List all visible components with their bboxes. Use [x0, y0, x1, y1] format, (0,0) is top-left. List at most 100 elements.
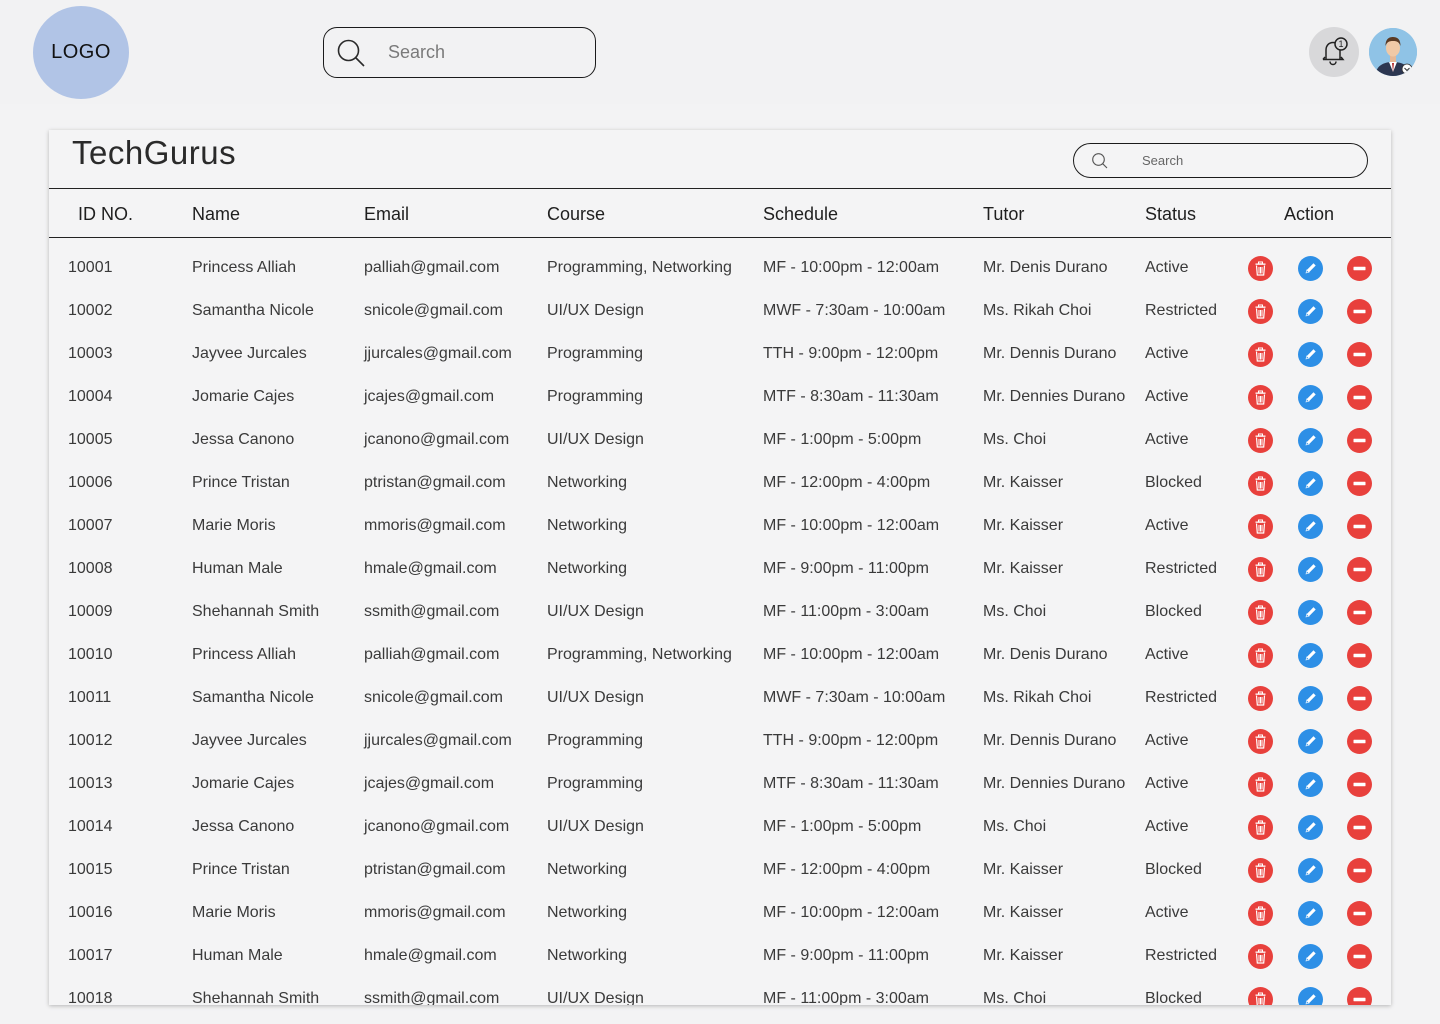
header-search-input[interactable] [388, 42, 568, 63]
edit-button[interactable] [1298, 901, 1323, 926]
block-button[interactable] [1347, 815, 1372, 840]
block-button[interactable] [1347, 428, 1372, 453]
delete-button[interactable] [1248, 428, 1273, 453]
table-row: 10009 Shehannah Smith ssmith@gmail.com U… [49, 590, 1391, 633]
edit-button[interactable] [1298, 385, 1323, 410]
cell-schedule: MF - 1:00pm - 5:00pm [763, 431, 922, 448]
delete-button[interactable] [1248, 643, 1273, 668]
delete-button[interactable] [1248, 901, 1273, 926]
column-header-course[interactable]: Course [547, 204, 605, 225]
avatar-icon [1369, 28, 1417, 76]
delete-button[interactable] [1248, 987, 1273, 1005]
edit-button[interactable] [1298, 600, 1323, 625]
cell-name: Marie Moris [192, 904, 276, 921]
edit-button[interactable] [1298, 944, 1323, 969]
column-header-id[interactable]: ID NO. [78, 204, 133, 225]
block-button[interactable] [1347, 987, 1372, 1005]
cell-status: Restricted [1145, 302, 1218, 319]
column-header-name[interactable]: Name [192, 204, 240, 225]
edit-button[interactable] [1298, 686, 1323, 711]
block-button[interactable] [1347, 729, 1372, 754]
header-search[interactable] [323, 27, 596, 78]
pencil-icon [1305, 779, 1316, 790]
cell-course: UI/UX Design [547, 431, 644, 448]
column-header-email[interactable]: Email [364, 204, 409, 225]
cell-tutor: Ms. Choi [983, 818, 1047, 835]
delete-button[interactable] [1248, 858, 1273, 883]
cell-id: 10014 [68, 818, 113, 835]
table-row: 10002 Samantha Nicole snicole@gmail.com … [49, 289, 1391, 332]
notification-button[interactable]: 1 [1309, 27, 1359, 77]
table-row: 10016 Marie Moris mmoris@gmail.com Netwo… [49, 891, 1391, 934]
edit-button[interactable] [1298, 643, 1323, 668]
cell-email: snicole@gmail.com [364, 302, 503, 319]
trash-icon [1255, 562, 1266, 577]
edit-button[interactable] [1298, 772, 1323, 797]
minus-circle-icon [1353, 911, 1366, 916]
trash-icon [1255, 519, 1266, 534]
cell-tutor: Ms. Choi [983, 990, 1047, 1005]
delete-button[interactable] [1248, 256, 1273, 281]
delete-button[interactable] [1248, 385, 1273, 410]
user-avatar[interactable] [1369, 28, 1417, 76]
edit-button[interactable] [1298, 256, 1323, 281]
block-button[interactable] [1347, 772, 1372, 797]
block-button[interactable] [1347, 514, 1372, 539]
delete-button[interactable] [1248, 944, 1273, 969]
edit-button[interactable] [1298, 342, 1323, 367]
minus-circle-icon [1353, 438, 1366, 443]
column-header-schedule[interactable]: Schedule [763, 204, 838, 225]
edit-button[interactable] [1298, 514, 1323, 539]
table-header: ID NO. Name Email Course Schedule Tutor … [49, 188, 1391, 238]
table-search-input[interactable] [1142, 153, 1342, 168]
delete-button[interactable] [1248, 557, 1273, 582]
pencil-icon [1305, 263, 1316, 274]
cell-name: Jayvee Jurcales [192, 345, 307, 362]
block-button[interactable] [1347, 256, 1372, 281]
delete-button[interactable] [1248, 686, 1273, 711]
cell-schedule: MF - 12:00pm - 4:00pm [763, 474, 931, 491]
table-row: 10008 Human Male hmale@gmail.com Network… [49, 547, 1391, 590]
block-button[interactable] [1347, 901, 1372, 926]
table-search[interactable] [1073, 143, 1368, 178]
cell-status: Blocked [1145, 603, 1202, 620]
block-button[interactable] [1347, 557, 1372, 582]
column-header-tutor[interactable]: Tutor [983, 204, 1024, 225]
table-row: 10006 Prince Tristan ptristan@gmail.com … [49, 461, 1391, 504]
trash-icon [1255, 304, 1266, 319]
minus-circle-icon [1353, 954, 1366, 959]
edit-button[interactable] [1298, 557, 1323, 582]
logo[interactable]: LOGO [33, 6, 129, 99]
delete-button[interactable] [1248, 772, 1273, 797]
edit-button[interactable] [1298, 471, 1323, 496]
edit-button[interactable] [1298, 815, 1323, 840]
block-button[interactable] [1347, 600, 1372, 625]
delete-button[interactable] [1248, 342, 1273, 367]
cell-id: 10007 [68, 517, 113, 534]
block-button[interactable] [1347, 299, 1372, 324]
cell-name: Jomarie Cajes [192, 775, 295, 792]
delete-button[interactable] [1248, 600, 1273, 625]
delete-button[interactable] [1248, 299, 1273, 324]
edit-button[interactable] [1298, 729, 1323, 754]
delete-button[interactable] [1248, 815, 1273, 840]
block-button[interactable] [1347, 643, 1372, 668]
block-button[interactable] [1347, 385, 1372, 410]
block-button[interactable] [1347, 342, 1372, 367]
block-button[interactable] [1347, 944, 1372, 969]
delete-button[interactable] [1248, 729, 1273, 754]
edit-button[interactable] [1298, 299, 1323, 324]
column-header-status[interactable]: Status [1145, 204, 1196, 225]
block-button[interactable] [1347, 686, 1372, 711]
delete-button[interactable] [1248, 514, 1273, 539]
edit-button[interactable] [1298, 858, 1323, 883]
cell-tutor: Ms. Choi [983, 603, 1047, 620]
delete-button[interactable] [1248, 471, 1273, 496]
block-button[interactable] [1347, 471, 1372, 496]
edit-button[interactable] [1298, 987, 1323, 1005]
logo-text: LOGO [51, 41, 111, 63]
cell-tutor: Mr. Kaisser [983, 474, 1064, 491]
block-button[interactable] [1347, 858, 1372, 883]
minus-circle-icon [1353, 309, 1366, 314]
edit-button[interactable] [1298, 428, 1323, 453]
